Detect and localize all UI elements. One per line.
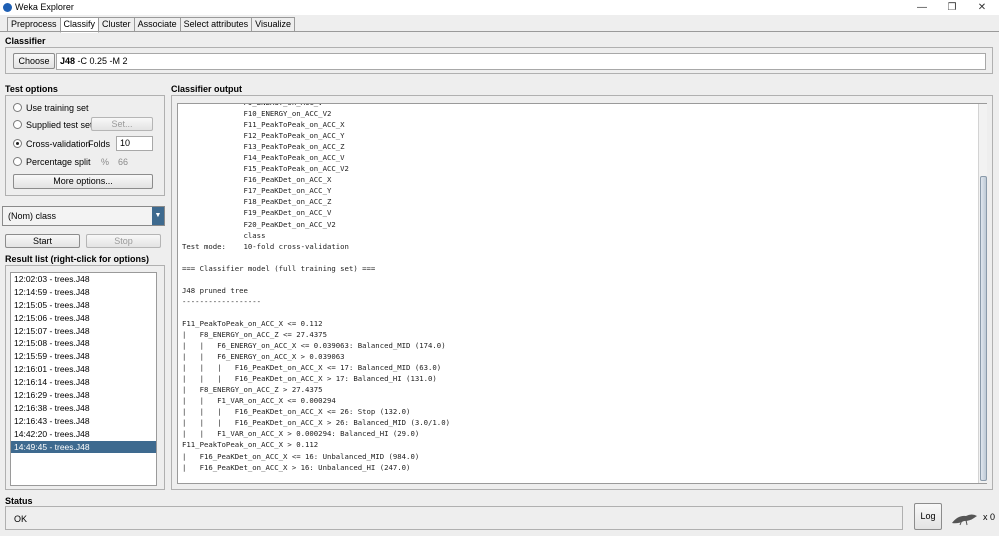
cross-validation-label: Cross-validation [26, 139, 91, 149]
result-item[interactable]: 12:16:14 - trees.J48 [11, 376, 156, 389]
class-attribute-select[interactable]: (Nom) class ▼ [2, 206, 165, 226]
result-item[interactable]: 12:15:06 - trees.J48 [11, 312, 156, 325]
tab-separator [0, 31, 999, 32]
weka-app-icon [3, 3, 12, 12]
classifier-config-field[interactable]: J48 -C 0.25 -M 2 [56, 53, 986, 70]
classifier-output-content: F9_ENERGY_on_ACC_V F10_ENERGY_on_ACC_V2 … [182, 104, 450, 472]
result-item[interactable]: 12:15:59 - trees.J48 [11, 350, 156, 363]
scrollbar-thumb[interactable] [980, 176, 987, 481]
tab-visualize[interactable]: Visualize [251, 17, 295, 32]
window-title: Weka Explorer [15, 2, 74, 12]
class-attribute-value: (Nom) class [8, 211, 57, 221]
result-list[interactable]: 12:02:03 - trees.J48 12:14:59 - trees.J4… [10, 272, 157, 486]
result-item[interactable]: 12:15:08 - trees.J48 [11, 337, 156, 350]
output-scrollbar[interactable] [978, 104, 987, 483]
classifier-section-title: Classifier [5, 36, 46, 46]
result-item-selected[interactable]: 14:49:45 - trees.J48 [11, 440, 156, 454]
start-button[interactable]: Start [5, 234, 80, 248]
close-button[interactable]: ✕ [967, 0, 997, 15]
result-item[interactable]: 12:15:07 - trees.J48 [11, 325, 156, 338]
result-item[interactable]: 12:16:29 - trees.J48 [11, 389, 156, 402]
weka-bird-icon [952, 514, 977, 526]
result-item[interactable]: 14:42:20 - trees.J48 [11, 428, 156, 441]
supplied-test-set-label: Supplied test set [26, 120, 93, 130]
result-item[interactable]: 12:14:59 - trees.J48 [11, 286, 156, 299]
folds-label: Folds [88, 139, 111, 149]
folds-input[interactable]: 10 [116, 136, 153, 151]
result-item[interactable]: 12:16:38 - trees.J48 [11, 402, 156, 415]
title-bar: Weka Explorer — ❐ ✕ [0, 0, 999, 15]
supplied-test-set-radio[interactable] [13, 120, 22, 129]
use-training-set-label: Use training set [26, 103, 89, 113]
stop-button[interactable]: Stop [86, 234, 161, 248]
worker-count: x 0 [983, 512, 996, 522]
use-training-set-radio[interactable] [13, 103, 22, 112]
chevron-down-icon: ▼ [152, 207, 164, 225]
tab-select-attributes[interactable]: Select attributes [179, 17, 253, 32]
choose-classifier-button[interactable]: Choose [13, 53, 55, 69]
result-item[interactable]: 12:15:05 - trees.J48 [11, 299, 156, 312]
cross-validation-radio[interactable] [13, 139, 22, 148]
result-item[interactable]: 12:02:03 - trees.J48 [11, 273, 156, 286]
tab-cluster[interactable]: Cluster [98, 17, 135, 32]
more-options-button[interactable]: More options... [13, 174, 153, 189]
result-item[interactable]: 12:16:43 - trees.J48 [11, 415, 156, 428]
tab-associate[interactable]: Associate [133, 17, 181, 32]
status-title: Status [5, 496, 33, 506]
main-tabs: Preprocess Classify Cluster Associate Se… [7, 17, 295, 33]
percentage-split-radio[interactable] [13, 157, 22, 166]
tab-preprocess[interactable]: Preprocess [7, 17, 61, 32]
test-options-title: Test options [5, 84, 58, 94]
result-list-title: Result list (right-click for options) [5, 254, 150, 264]
result-item[interactable]: 12:16:01 - trees.J48 [11, 363, 156, 376]
classifier-options: -C 0.25 -M 2 [75, 56, 128, 66]
status-bar: OK [5, 506, 903, 530]
percent-symbol: % [101, 157, 110, 167]
classifier-output-title: Classifier output [171, 84, 243, 94]
maximize-button[interactable]: ❐ [937, 0, 967, 15]
log-button[interactable]: Log [914, 503, 942, 530]
status-text: OK [14, 514, 28, 524]
minimize-button[interactable]: — [907, 0, 937, 15]
percentage-split-label: Percentage split [26, 157, 91, 167]
classifier-output-text[interactable]: F9_ENERGY_on_ACC_V F10_ENERGY_on_ACC_V2 … [177, 103, 987, 484]
percentage-split-input[interactable]: 66 [118, 157, 128, 167]
set-test-set-button[interactable]: Set... [91, 117, 153, 131]
classifier-name: J48 [60, 56, 76, 66]
